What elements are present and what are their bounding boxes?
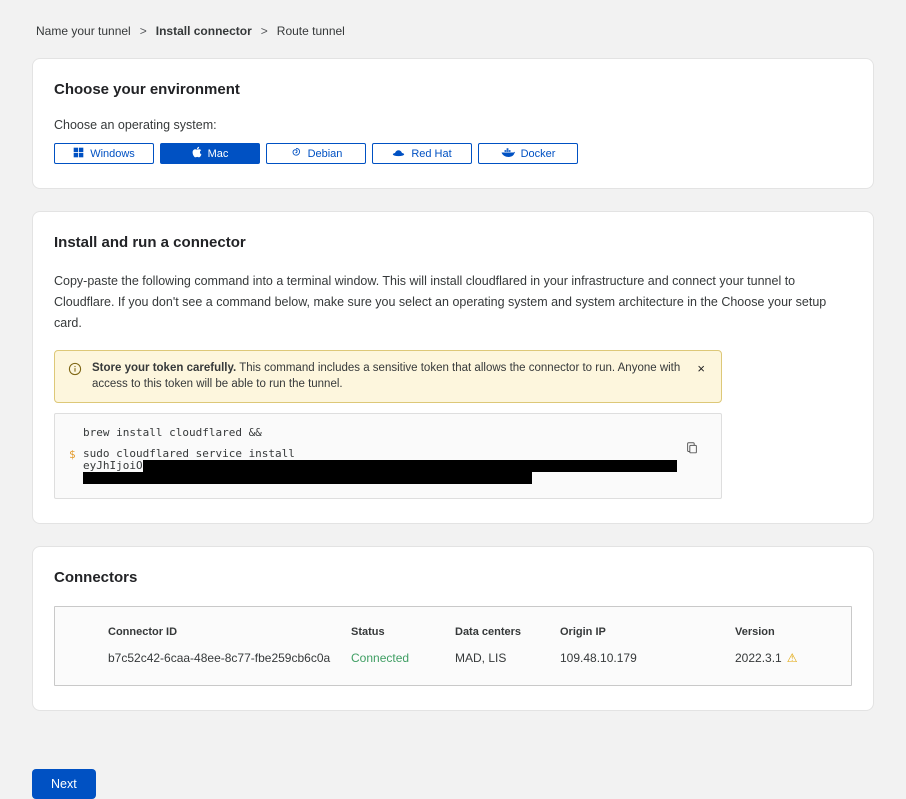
column-header-version: Version	[735, 626, 831, 638]
code-line: brew install cloudflared &&	[83, 427, 681, 439]
column-header-data-centers: Data centers	[455, 626, 560, 638]
cell-data-centers: MAD, LIS	[455, 651, 560, 665]
choose-environment-card: Choose your environment Choose an operat…	[32, 58, 874, 189]
close-icon[interactable]: ×	[693, 360, 709, 377]
column-header-status: Status	[351, 626, 455, 638]
breadcrumb-item-name-your-tunnel[interactable]: Name your tunnel	[36, 24, 131, 38]
code-line-token: eyJhIjoiO	[83, 460, 681, 472]
breadcrumb-separator: >	[261, 24, 268, 38]
os-button-label: Red Hat	[411, 148, 451, 160]
os-button-mac[interactable]: Mac	[160, 143, 260, 164]
redacted-token-bar	[143, 460, 677, 472]
docker-icon	[501, 147, 515, 161]
code-lines: brew install cloudflared && sudo cloudfl…	[69, 427, 681, 484]
os-button-label: Debian	[308, 148, 343, 160]
os-button-label: Windows	[90, 148, 135, 160]
os-button-redhat[interactable]: Red Hat	[372, 143, 472, 164]
apple-icon	[192, 146, 202, 161]
warning-title: Store your token carefully.	[92, 362, 236, 374]
table-row: b7c52c42-6caa-48ee-8c77-fbe259cb6c0a Con…	[108, 651, 831, 665]
install-connector-card: Install and run a connector Copy-paste t…	[32, 211, 874, 524]
version-warning-icon: ⚠	[787, 651, 798, 665]
redacted-token-bar	[83, 472, 532, 484]
os-button-windows[interactable]: Windows	[54, 143, 154, 164]
os-select-label: Choose an operating system:	[54, 118, 852, 132]
copy-command-icon[interactable]	[685, 441, 699, 458]
install-description: Copy-paste the following command into a …	[54, 271, 852, 334]
info-icon	[68, 360, 82, 381]
os-button-label: Docker	[521, 148, 556, 160]
code-line-token	[83, 472, 681, 484]
cell-origin-ip: 109.48.10.179	[560, 651, 735, 665]
os-button-docker[interactable]: Docker	[478, 143, 578, 164]
table-header-row: Connector ID Status Data centers Origin …	[108, 626, 831, 638]
breadcrumb: Name your tunnel > Install connector > R…	[0, 0, 906, 58]
install-command-code-block: $ brew install cloudflared && sudo cloud…	[54, 413, 722, 499]
windows-icon	[73, 147, 84, 161]
connectors-card: Connectors Connector ID Status Data cent…	[32, 546, 874, 711]
token-prefix: eyJhIjoiO	[83, 459, 143, 472]
card-title: Choose your environment	[54, 81, 852, 98]
redhat-icon	[392, 147, 405, 161]
debian-icon	[290, 146, 302, 161]
card-title: Connectors	[54, 569, 852, 586]
cell-version: 2022.3.1 ⚠	[735, 651, 831, 665]
version-value: 2022.3.1	[735, 651, 782, 665]
code-line: sudo cloudflared service install	[83, 448, 681, 460]
status-badge: Connected	[351, 651, 455, 665]
os-button-debian[interactable]: Debian	[266, 143, 366, 164]
connectors-table: Connector ID Status Data centers Origin …	[54, 606, 852, 686]
card-title: Install and run a connector	[54, 234, 852, 251]
breadcrumb-separator: >	[140, 24, 147, 38]
next-button[interactable]: Next	[32, 769, 96, 799]
column-header-connector-id: Connector ID	[108, 626, 351, 638]
warning-text: Store your token carefully. This command…	[92, 360, 683, 392]
cell-connector-id: b7c52c42-6caa-48ee-8c77-fbe259cb6c0a	[108, 651, 351, 665]
shell-prompt: $	[69, 448, 76, 461]
breadcrumb-item-route-tunnel[interactable]: Route tunnel	[277, 24, 345, 38]
os-button-label: Mac	[208, 148, 229, 160]
breadcrumb-item-install-connector[interactable]: Install connector	[156, 24, 252, 38]
column-header-origin-ip: Origin IP	[560, 626, 735, 638]
os-button-row: Windows Mac Debian Red Hat Docker	[54, 143, 852, 164]
token-warning-banner: Store your token carefully. This command…	[54, 350, 722, 403]
